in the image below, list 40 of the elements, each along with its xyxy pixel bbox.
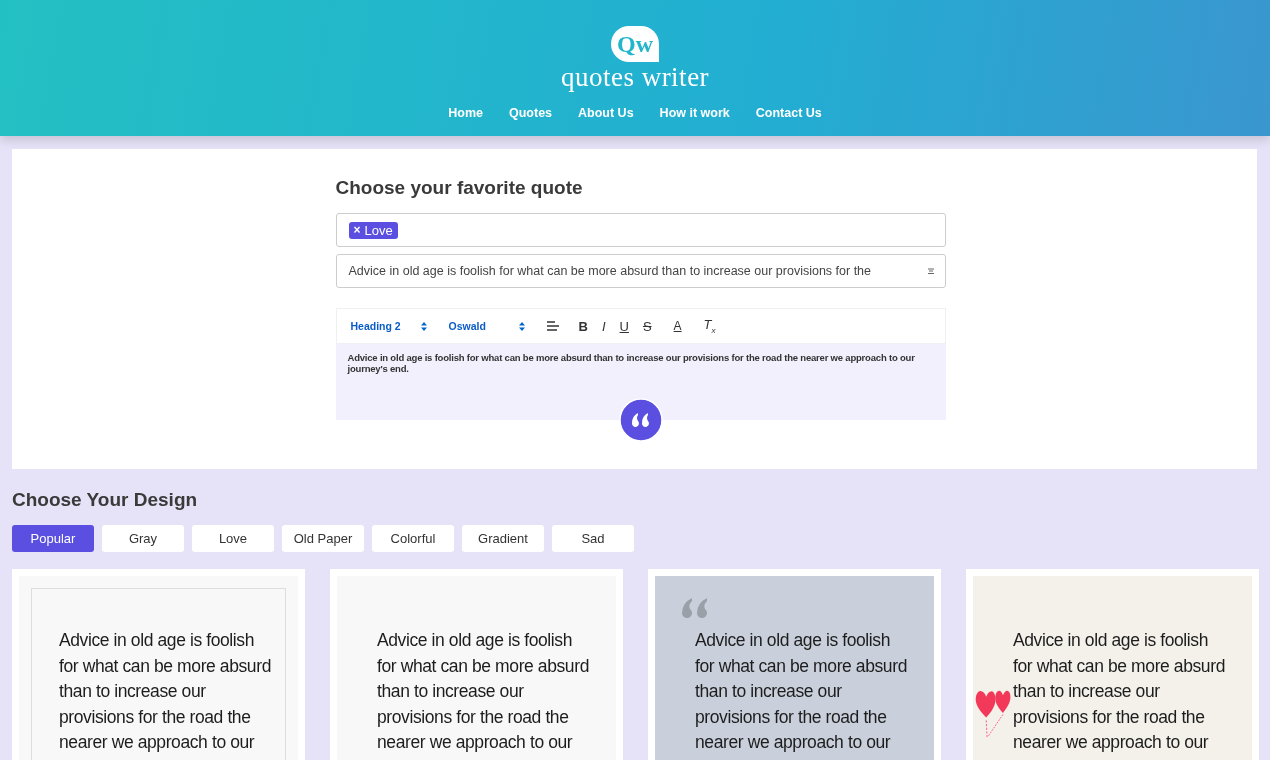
design-tab[interactable]: Sad <box>552 525 634 552</box>
text-color-button[interactable]: A <box>673 319 682 333</box>
remove-tag-icon[interactable]: × <box>353 223 361 237</box>
align-icon[interactable] <box>546 321 559 331</box>
quote-text: Advice in old age is foolish for what can be more absurd than to increase our provisions for the road the nearer we approach to our <box>1013 629 1225 754</box>
quote-icon <box>618 398 663 442</box>
sort-caret-icon <box>420 321 427 331</box>
design-tab[interactable]: Old Paper <box>282 525 364 552</box>
design-tab[interactable]: Gradient <box>462 525 544 552</box>
quote-text: Advice in old age is foolish for what can be more absurd than to increase our provisions for the road the nearer we approach to our <box>377 629 589 754</box>
tag-input-field[interactable]: × Love <box>335 213 946 247</box>
format-dropdown[interactable]: Oswald <box>448 320 525 332</box>
design-card[interactable]: Advice in old age is foolish for what can be more absurd than to increase our provisions for the road the nearer we approach to our <box>966 569 1259 760</box>
design-card[interactable]: Advice in old age is foolish for what can be more absurd than to increase our provisions for the road the nearer we approach to our <box>330 569 623 760</box>
hearts-drawing <box>974 688 1012 738</box>
tag-chip[interactable]: × Love <box>348 221 398 239</box>
design-tab[interactable]: Gray <box>102 525 184 552</box>
section-title: Choose Your Design <box>12 489 199 511</box>
strike-button[interactable]: S <box>642 318 652 334</box>
design-tab[interactable]: Love <box>192 525 274 552</box>
tag-label: Love <box>364 222 393 238</box>
clear-format-button[interactable]: T$_{x}$ <box>703 317 716 335</box>
clear-icon[interactable] <box>926 267 935 275</box>
quote-text: Advice in old age is foolish for what can be more absurd than to increase our provisions for the road the nearer we approach to our <box>695 629 907 754</box>
bold-button[interactable]: B <box>578 318 588 334</box>
quote-select-field[interactable]: Advice in old age is foolish for what can be more absurd than to increase our provisions for the <box>335 254 946 288</box>
format-dropdown[interactable]: Heading 2 <box>350 320 427 332</box>
logo-mark: Qw <box>611 26 659 62</box>
design-card[interactable]: Advice in old age is foolish for what can be more absurd than to increase our provisions for the road the nearer we approach to our <box>12 569 305 760</box>
italic-button[interactable]: I <box>601 318 606 334</box>
editor-text: Advice in old age is foolish for what can be more absurd than to increase our provisions for the road the nearer we approach to our journey's end. <box>347 352 916 374</box>
design-card[interactable]: Advice in old age is foolish for what can be more absurd than to increase our provisions for the road the nearer we approach to our <box>648 569 941 760</box>
editor-area[interactable]: Advice in old age is foolish for what can be more absurd than to increase our provisions for the road the nearer we approach to our journey's end. <box>335 344 946 420</box>
design-tab[interactable]: Popular <box>12 525 94 552</box>
sort-caret-icon <box>518 321 525 331</box>
quote-text: Advice in old age is foolish for what can be more absurd than to increase our provisions for the road the nearer we approach to our <box>59 629 271 754</box>
underline-button[interactable]: U <box>619 318 629 334</box>
logo-text: quotes writer <box>560 62 710 92</box>
section-title: Choose your favorite quote <box>335 177 584 199</box>
design-tab[interactable]: Colorful <box>372 525 454 552</box>
